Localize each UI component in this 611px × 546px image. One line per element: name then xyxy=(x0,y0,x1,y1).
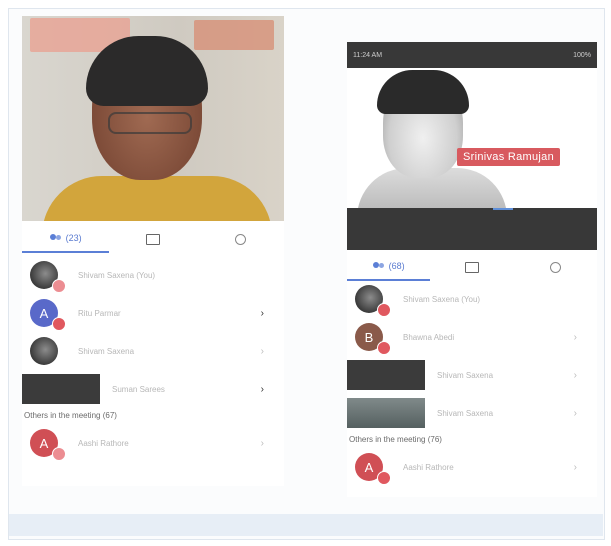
avatar-letter: B xyxy=(364,329,374,345)
chevron-right-icon[interactable]: › xyxy=(574,408,577,419)
tab-people[interactable]: (68) xyxy=(347,253,431,281)
list-item[interactable]: Shivam Saxena › xyxy=(22,332,284,370)
portrait-hair xyxy=(377,70,469,114)
avatar xyxy=(30,337,58,365)
participant-name: Ritu Parmar xyxy=(78,308,121,318)
tab-people[interactable]: (23) xyxy=(22,225,110,253)
participant-name: Suman Sarees xyxy=(112,384,165,394)
progress-indicator xyxy=(493,208,513,210)
badge-dot xyxy=(52,317,66,331)
status-battery: 100% xyxy=(573,51,591,59)
people-icon xyxy=(49,234,62,242)
avatar-video-thumb xyxy=(347,398,425,428)
left-meeting-panel: (23) Shivam Saxena (You) A Ritu Parmar ›… xyxy=(22,16,284,486)
page-bottom-strip xyxy=(9,514,603,536)
list-item[interactable]: A Ritu Parmar › xyxy=(22,294,284,332)
badge-dot xyxy=(52,447,66,461)
info-icon xyxy=(234,233,246,245)
tab-chat[interactable] xyxy=(109,233,196,245)
list-item[interactable]: Shivam Saxena › xyxy=(347,394,597,432)
participant-name: Aashi Rathore xyxy=(403,462,454,472)
chevron-right-icon[interactable]: › xyxy=(574,332,577,343)
tab-chat[interactable] xyxy=(430,261,513,273)
badge-dot xyxy=(377,471,391,485)
participant-name: Shivam Saxena (You) xyxy=(78,270,156,280)
participant-shoulders xyxy=(42,176,272,221)
chevron-right-icon[interactable]: › xyxy=(574,462,577,473)
avatar: B xyxy=(355,323,391,355)
list-item[interactable]: Shivam Saxena › xyxy=(347,356,597,394)
others-section-label: Others in the meeting (76) xyxy=(349,435,442,444)
left-participant-list: Shivam Saxena (You) A Ritu Parmar › Shiv… xyxy=(22,256,284,462)
right-meeting-panel: 11:24 AM 100% Srinivas Ramujan (68) Shiv… xyxy=(347,42,597,497)
list-item[interactable]: A Aashi Rathore › xyxy=(22,424,284,462)
participant-name: Bhawna Abedi xyxy=(403,332,455,342)
avatar-video-thumb xyxy=(347,360,425,390)
chevron-right-icon[interactable]: › xyxy=(261,346,264,357)
list-item[interactable]: A Aashi Rathore › xyxy=(347,448,597,486)
dark-video-strip xyxy=(347,208,597,250)
tab-people-count: (23) xyxy=(65,233,82,243)
badge-dot xyxy=(377,303,391,317)
left-participant-video[interactable] xyxy=(22,16,284,221)
tab-info[interactable] xyxy=(197,233,284,245)
status-time: 11:24 AM xyxy=(353,51,383,59)
list-item[interactable]: Suman Sarees › xyxy=(22,370,284,408)
avatar-letter: A xyxy=(364,459,374,475)
avatar: A xyxy=(30,429,66,461)
chat-icon xyxy=(464,261,479,273)
participant-name: Shivam Saxena xyxy=(437,370,494,380)
chevron-right-icon[interactable]: › xyxy=(261,384,264,395)
tab-people-count: (68) xyxy=(388,261,405,271)
left-tab-bar: (23) xyxy=(22,224,284,254)
chevron-right-icon[interactable]: › xyxy=(261,308,264,319)
phone-status-bar: 11:24 AM 100% xyxy=(347,42,597,68)
list-item[interactable]: Shivam Saxena (You) xyxy=(347,280,597,318)
chevron-right-icon[interactable]: › xyxy=(574,370,577,381)
chat-icon xyxy=(145,233,160,245)
participant-name: Shivam Saxena (You) xyxy=(403,294,481,304)
participant-name: Aashi Rathore xyxy=(78,438,129,448)
name-banner: Srinivas Ramujan xyxy=(457,148,561,166)
badge-dot xyxy=(52,279,66,293)
people-icon xyxy=(372,262,385,270)
avatar: A xyxy=(30,299,66,331)
others-section-label: Others in the meeting (67) xyxy=(24,411,117,420)
avatar-video-thumb xyxy=(22,374,100,404)
avatar-letter: A xyxy=(39,305,49,321)
right-tab-bar: (68) xyxy=(347,252,597,282)
avatar xyxy=(30,261,66,293)
chevron-right-icon[interactable]: › xyxy=(261,438,264,449)
tab-info[interactable] xyxy=(514,261,597,273)
badge-dot xyxy=(377,341,391,355)
list-item[interactable]: B Bhawna Abedi › xyxy=(347,318,597,356)
avatar: A xyxy=(355,453,391,485)
list-item[interactable]: Shivam Saxena (You) xyxy=(22,256,284,294)
info-icon xyxy=(549,261,561,273)
video-poster-right xyxy=(194,20,274,50)
participant-glasses xyxy=(108,112,192,134)
avatar-letter: A xyxy=(39,435,49,451)
right-presenter-video[interactable]: Srinivas Ramujan xyxy=(347,68,597,208)
avatar xyxy=(355,285,391,317)
participant-name: Shivam Saxena xyxy=(78,346,135,356)
right-participant-list: Shivam Saxena (You) B Bhawna Abedi › Shi… xyxy=(347,280,597,486)
participant-name: Shivam Saxena xyxy=(437,408,494,418)
